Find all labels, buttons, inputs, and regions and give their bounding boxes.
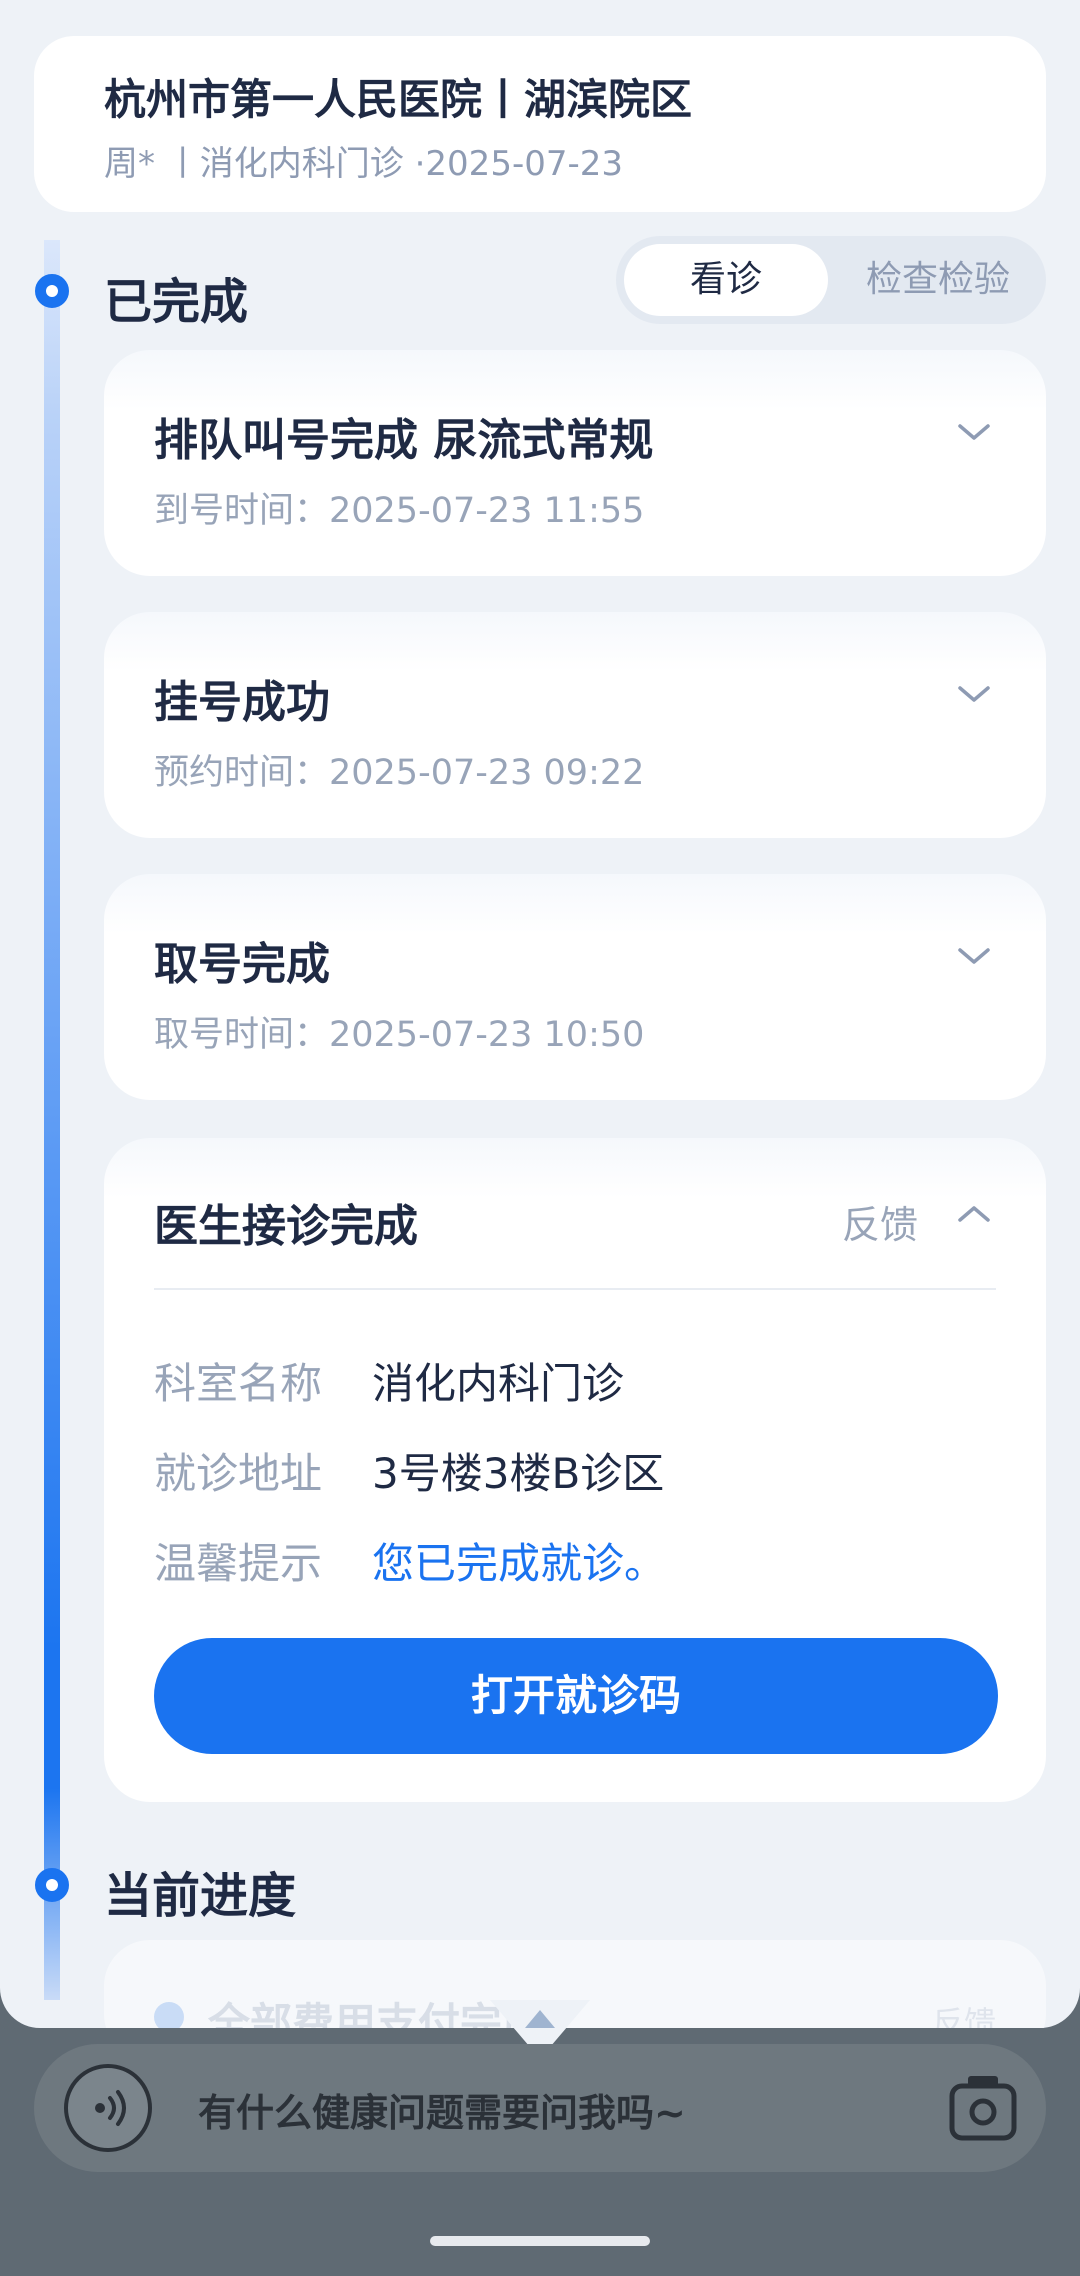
voice-button[interactable]: [64, 2064, 152, 2152]
card-title: 挂号成功: [154, 677, 330, 728]
home-indicator[interactable]: [430, 2236, 650, 2246]
card-subtitle: 到号时间：2025-07-23 11:55: [154, 491, 645, 531]
card-registration-success[interactable]: 挂号成功 预约时间：2025-07-23 09:22: [104, 612, 1046, 838]
tab-examination[interactable]: 检查检验: [838, 244, 1038, 316]
chevron-down-icon[interactable]: [954, 936, 994, 976]
feedback-link[interactable]: 反馈: [932, 1998, 996, 2028]
card-subtitle: 取号时间：2025-07-23 10:50: [154, 1015, 645, 1055]
chevron-down-icon[interactable]: [954, 674, 994, 714]
chevron-up-icon[interactable]: [954, 1194, 994, 1234]
section-title-current: 当前进度: [104, 1868, 297, 1924]
card-subtitle: 预约时间：2025-07-23 09:22: [154, 753, 645, 793]
timeline-line: [44, 240, 60, 2000]
timeline-dot-completed: [35, 274, 69, 308]
info-value-department: 消化内科门诊: [372, 1359, 625, 1408]
info-value-tip: 您已完成就诊。: [372, 1539, 667, 1588]
divider: [154, 1288, 996, 1290]
status-dot: [154, 2002, 184, 2028]
open-visit-code-button[interactable]: 打开就诊码: [154, 1638, 998, 1754]
card-title: 排队叫号完成 尿流式常规: [154, 415, 654, 466]
progress-sheet: 杭州市第一人民医院丨湖滨院区 周* 丨消化内科门诊 ·2025-07-23 已完…: [0, 0, 1080, 2028]
info-label-department: 科室名称: [154, 1359, 323, 1408]
info-value-address: 3号楼3楼B诊区: [372, 1449, 665, 1498]
tab-switcher: 看诊 检查检验: [616, 236, 1046, 324]
card-title: 医生接诊完成: [154, 1201, 418, 1252]
card-title: 取号完成: [154, 939, 330, 990]
tab-consultation[interactable]: 看诊: [624, 244, 828, 316]
timeline-dot-current: [35, 1868, 69, 1902]
section-title-completed: 已完成: [104, 274, 249, 330]
hospital-card[interactable]: 杭州市第一人民医院丨湖滨院区 周* 丨消化内科门诊 ·2025-07-23: [34, 36, 1046, 212]
voice-icon: [95, 2090, 126, 2126]
chat-input-bar[interactable]: 有什么健康问题需要问我吗~: [34, 2044, 1046, 2172]
hospital-name: 杭州市第一人民医院丨湖滨院区: [104, 75, 693, 124]
chevron-down-icon[interactable]: [954, 412, 994, 452]
camera-icon[interactable]: [948, 2070, 1018, 2146]
feedback-link[interactable]: 反馈: [842, 1194, 918, 1249]
card-ticket-taken[interactable]: 取号完成 取号时间：2025-07-23 10:50: [104, 874, 1046, 1100]
chat-input-placeholder[interactable]: 有什么健康问题需要问我吗~: [198, 2082, 686, 2137]
card-doctor-consultation: 医生接诊完成 反馈 科室名称 消化内科门诊 就诊地址 3号楼3楼B诊区 温馨提示…: [104, 1138, 1046, 1802]
card-queue-complete[interactable]: 排队叫号完成 尿流式常规 到号时间：2025-07-23 11:55: [104, 350, 1046, 576]
card-title: 全部费用支付完成: [208, 1999, 545, 2028]
info-label-tip: 温馨提示: [154, 1539, 323, 1588]
info-label-address: 就诊地址: [154, 1449, 323, 1498]
visit-subtitle: 周* 丨消化内科门诊 ·2025-07-23: [104, 144, 624, 184]
